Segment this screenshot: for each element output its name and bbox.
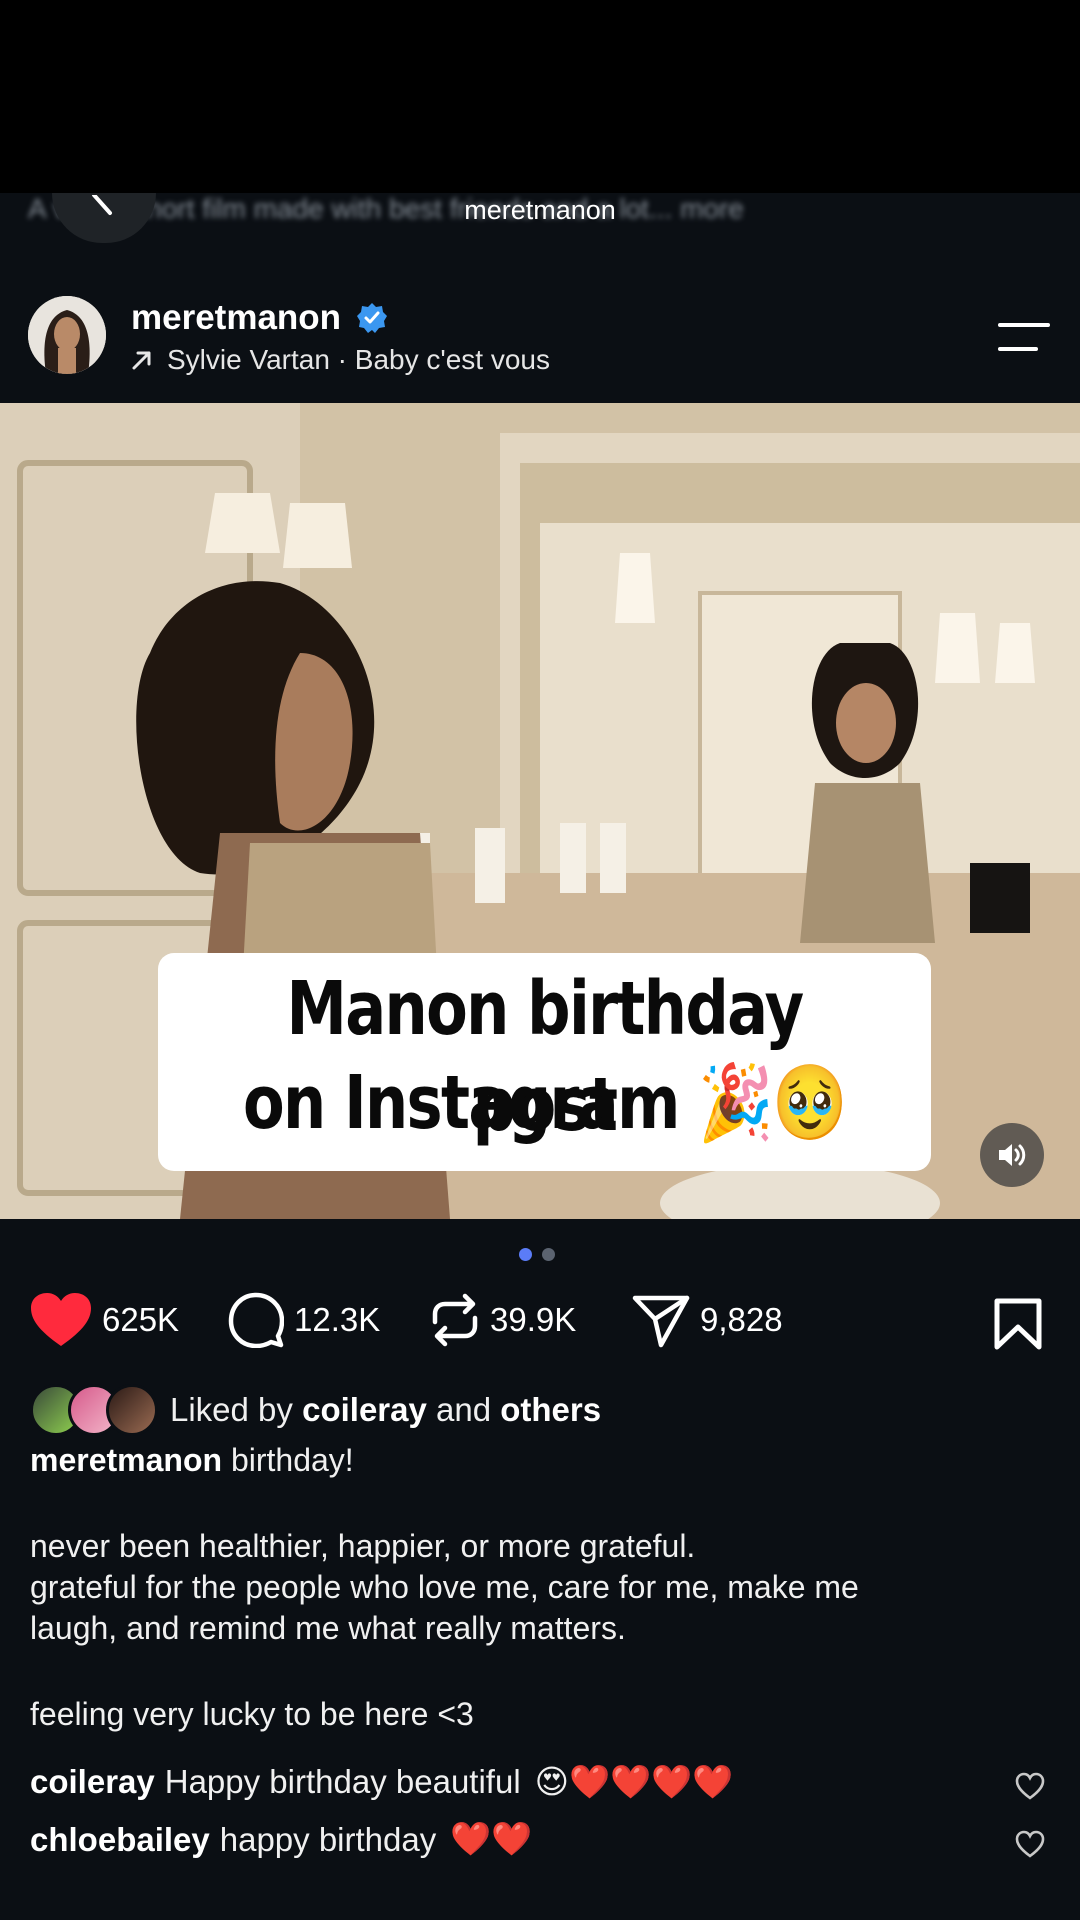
carousel-dot-1 [519, 1248, 532, 1261]
sound-toggle-button[interactable] [980, 1123, 1044, 1187]
liker-avatar [106, 1384, 158, 1436]
share-action[interactable]: 9,828 [632, 1292, 783, 1348]
post-header: meretmanon Sylvie Vartan · Baby c'est vo… [0, 270, 1080, 388]
verified-badge-icon [357, 303, 387, 333]
comment-emojis: ❤️❤️ [450, 1820, 533, 1857]
carousel-dot-2 [542, 1248, 555, 1261]
post-media[interactable]: Manon birthday post on Instagram 🎉🥹 [0, 403, 1080, 1219]
comment-row[interactable]: chloebailey happy birthday ❤️❤️ [30, 1820, 532, 1859]
reel-description-ticker: A visual short film made with best frien… [0, 193, 1080, 239]
status-bar-area [0, 0, 1080, 193]
comment-like-icon[interactable] [1015, 1772, 1045, 1800]
comment-like-icon[interactable] [1015, 1830, 1045, 1858]
back-arrow-icon [92, 195, 112, 215]
post-username[interactable]: meretmanon [131, 298, 341, 338]
carousel-indicator [519, 1248, 555, 1261]
liked-by-prefix: Liked by [170, 1391, 293, 1428]
heart-filled-icon [31, 1293, 91, 1346]
profile-avatar[interactable] [28, 296, 106, 374]
action-bar: 625K 12.3K 39.9K 9,828 [0, 1292, 1080, 1356]
comment-text: Happy birthday beautiful [164, 1763, 521, 1800]
comment-action[interactable]: 12.3K [228, 1292, 380, 1348]
caption-line: grateful for the people who love me, car… [30, 1569, 859, 1605]
comments-count: 12.3K [294, 1301, 381, 1338]
post-caption: meretmanon birthday! never been healthie… [30, 1440, 1040, 1735]
caption-line: feeling very lucky to be here <3 [30, 1696, 474, 1732]
liked-by-text: Liked by coileray and others [170, 1391, 601, 1429]
caption-first-line: birthday! [230, 1442, 354, 1478]
comment-icon [228, 1292, 284, 1348]
likes-count: 625K [102, 1301, 180, 1338]
audio-track-label: Sylvie Vartan · Baby c'est vous [167, 344, 550, 375]
arrow-up-right-icon [132, 351, 151, 370]
comment-username[interactable]: coileray [30, 1763, 155, 1801]
like-action[interactable]: 625K [30, 1292, 179, 1348]
comment-row[interactable]: coileray Happy birthday beautiful 😍❤️❤️❤… [30, 1762, 733, 1802]
send-icon [632, 1295, 690, 1348]
speaker-icon [999, 1144, 1026, 1166]
repost-action[interactable]: 39.9K [430, 1292, 576, 1348]
liked-by-others[interactable]: others [500, 1391, 601, 1428]
audio-link[interactable]: Sylvie Vartan · Baby c'est vous [131, 344, 550, 376]
caption-line: laugh, and remind me what really matters… [30, 1610, 626, 1646]
ticker-title: meretmanon [464, 195, 616, 225]
shares-count: 9,828 [700, 1301, 783, 1338]
menu-icon[interactable] [998, 322, 1050, 352]
bookmark-icon[interactable] [994, 1298, 1042, 1350]
liked-by-user[interactable]: coileray [302, 1391, 427, 1428]
repost-icon [432, 1293, 478, 1347]
overlay-caption-line2: on Instagram 🎉🥹 [228, 1055, 862, 1151]
overlay-caption-card: Manon birthday post on Instagram 🎉🥹 [158, 953, 931, 1171]
comment-username[interactable]: chloebailey [30, 1821, 210, 1859]
caption-username[interactable]: meretmanon [30, 1442, 222, 1478]
liked-by-row[interactable]: Liked by coileray and others [30, 1384, 601, 1436]
overlay-caption-line2-text: on Instagram [242, 1060, 680, 1146]
comment-text: happy birthday [219, 1820, 437, 1858]
reposts-count: 39.9K [490, 1301, 577, 1338]
liked-by-conj: and [436, 1391, 492, 1428]
comment-emojis: 😍❤️❤️❤️❤️ [534, 1763, 734, 1800]
caption-line: never been healthier, happier, or more g… [30, 1528, 696, 1564]
overlay-emojis: 🎉🥹 [698, 1060, 847, 1146]
